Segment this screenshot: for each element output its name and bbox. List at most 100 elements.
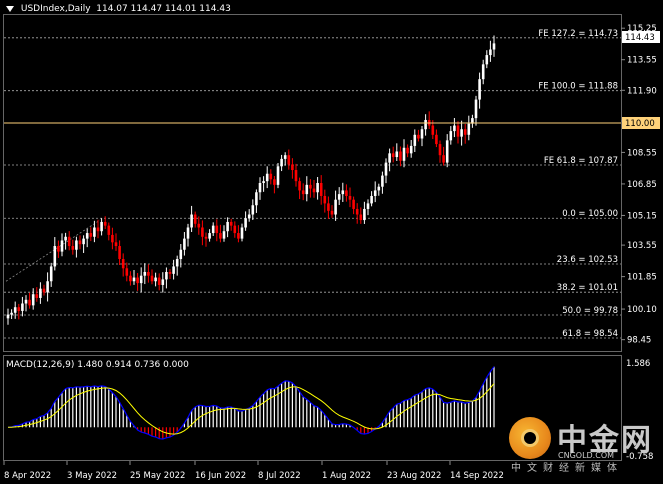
candle-body bbox=[237, 233, 240, 239]
candle-body bbox=[111, 234, 114, 243]
candle-body bbox=[147, 271, 150, 276]
candle-body bbox=[107, 225, 111, 235]
candle-body bbox=[35, 294, 39, 298]
candle-body bbox=[280, 158, 283, 167]
candle-body bbox=[71, 246, 75, 250]
candle-body bbox=[118, 246, 121, 260]
candle-body bbox=[82, 238, 85, 245]
candle-body bbox=[165, 271, 168, 280]
candle-body bbox=[150, 275, 154, 282]
macd-label: MACD(12,26,9) 1.480 0.914 0.736 0.000 bbox=[6, 360, 189, 370]
candle-body bbox=[276, 166, 280, 185]
candle-body bbox=[24, 299, 28, 304]
candle-body bbox=[391, 153, 395, 158]
fib-trend-line[interactable] bbox=[5, 219, 101, 282]
date-tick-label: 23 Aug 2022 bbox=[387, 471, 441, 481]
candle-body bbox=[251, 205, 255, 215]
candle-body bbox=[453, 125, 456, 132]
candle-body bbox=[78, 240, 82, 245]
chart-header: USDIndex,Daily 114.07 114.47 114.01 114.… bbox=[6, 4, 231, 14]
fib-level-label: 0.0 = 105.00 bbox=[562, 209, 618, 219]
candle-body bbox=[125, 268, 129, 276]
candle-body bbox=[395, 151, 399, 158]
candle-body bbox=[283, 155, 287, 159]
candle-body bbox=[139, 275, 143, 284]
price-chart[interactable]: FE 127.2 = 114.73 FE 100.0 = 111.88 FE 61.… bbox=[0, 0, 663, 484]
candle-body bbox=[456, 125, 460, 137]
main-panel-frame bbox=[3, 14, 622, 352]
candle-body bbox=[366, 203, 370, 209]
candle-body bbox=[49, 266, 53, 282]
candle-body bbox=[204, 236, 208, 239]
candle-body bbox=[449, 131, 453, 141]
candle-body bbox=[388, 153, 391, 163]
cngold-logo-icon bbox=[509, 417, 551, 459]
level-110-tag-text: 110.00 bbox=[625, 119, 655, 129]
candle-body bbox=[460, 129, 463, 137]
candles bbox=[6, 35, 496, 325]
candle-body bbox=[442, 155, 445, 163]
candle-body bbox=[316, 183, 319, 193]
candle-body bbox=[13, 307, 17, 313]
candle-body bbox=[39, 288, 42, 298]
candle-body bbox=[298, 181, 301, 191]
candle-body bbox=[172, 266, 175, 274]
candle-body bbox=[21, 303, 24, 311]
candle-body bbox=[265, 173, 269, 182]
macd-line bbox=[7, 366, 495, 440]
candle-body bbox=[262, 181, 265, 183]
candle-body bbox=[359, 214, 363, 221]
candle-body bbox=[445, 140, 449, 163]
candle-body bbox=[89, 233, 93, 237]
date-tick-label: 8 Jul 2022 bbox=[258, 471, 301, 481]
candle-body bbox=[291, 164, 294, 171]
candle-body bbox=[370, 195, 373, 204]
candle-body bbox=[305, 184, 309, 195]
candle-body bbox=[301, 190, 305, 195]
price-tick-label: 106.85 bbox=[627, 180, 657, 190]
candle-body bbox=[193, 214, 197, 224]
fib-level-label: 23.6 = 102.53 bbox=[557, 255, 618, 265]
candle-body bbox=[240, 227, 244, 239]
candle-body bbox=[255, 192, 258, 206]
candle-body bbox=[330, 210, 334, 215]
candle-body bbox=[431, 125, 435, 135]
candle-body bbox=[323, 195, 327, 204]
candle-body bbox=[244, 218, 247, 228]
candle-body bbox=[42, 288, 46, 293]
candle-body bbox=[121, 259, 125, 269]
fib-level-label: 61.8 = 98.54 bbox=[562, 329, 618, 339]
candle-body bbox=[287, 155, 291, 165]
candle-body bbox=[60, 240, 64, 252]
candle-body bbox=[143, 271, 147, 276]
candle-body bbox=[229, 221, 233, 226]
candle-body bbox=[197, 223, 201, 228]
symbol-label: USDIndex,Daily bbox=[20, 4, 91, 14]
candle-body bbox=[57, 246, 60, 252]
candle-body bbox=[226, 221, 229, 232]
dropdown-arrow-icon[interactable] bbox=[6, 5, 14, 12]
candle-body bbox=[341, 190, 345, 195]
candle-body bbox=[319, 183, 323, 196]
candle-body bbox=[100, 221, 103, 232]
candle-body bbox=[420, 129, 424, 139]
candle-body bbox=[438, 144, 442, 156]
candle-body bbox=[474, 99, 478, 119]
candle-body bbox=[114, 242, 118, 247]
candle-body bbox=[103, 221, 107, 226]
candle-body bbox=[399, 151, 402, 161]
candle-body bbox=[6, 314, 10, 319]
fib-level-label: FE 100.0 = 111.88 bbox=[538, 82, 618, 92]
candle-body bbox=[64, 236, 67, 241]
fib-level-label: FE 127.2 = 114.73 bbox=[538, 29, 618, 39]
candle-body bbox=[186, 227, 190, 239]
candle-body bbox=[384, 162, 388, 176]
candle-body bbox=[67, 236, 71, 247]
price-tick-label: 111.90 bbox=[627, 86, 657, 96]
price-tick-label: 101.85 bbox=[627, 273, 657, 283]
date-tick-label: 16 Jun 2022 bbox=[195, 471, 246, 481]
candle-body bbox=[17, 307, 21, 311]
candle-body bbox=[28, 299, 31, 306]
candle-body bbox=[481, 64, 485, 80]
candle-body bbox=[233, 225, 237, 234]
